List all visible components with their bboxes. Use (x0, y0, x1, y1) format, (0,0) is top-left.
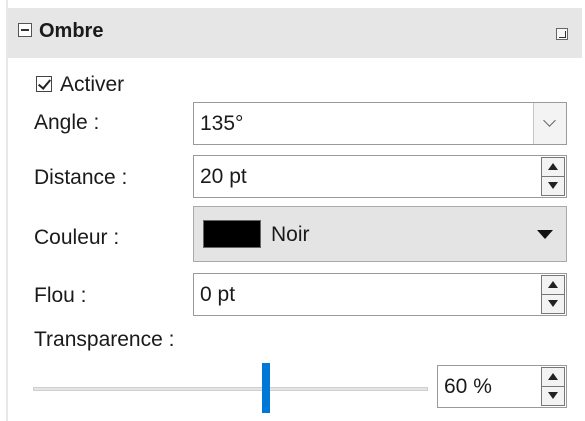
collapse-icon[interactable] (18, 23, 32, 37)
transparency-spinfield[interactable]: 60 % (437, 365, 567, 408)
enable-label[interactable]: Activer (60, 73, 124, 97)
caret-up-icon[interactable] (542, 158, 564, 177)
caret-down-icon[interactable] (542, 295, 564, 314)
color-value: Noir (271, 223, 310, 246)
angle-value: 135° (200, 112, 244, 135)
panel-left-border (6, 0, 8, 421)
transparency-slider-thumb[interactable] (262, 363, 270, 413)
caret-up-icon[interactable] (542, 276, 564, 295)
transparency-value: 60 % (444, 375, 492, 398)
blur-spinfield[interactable]: 0 pt (193, 273, 567, 316)
enable-checkbox[interactable] (36, 76, 52, 92)
color-swatch (203, 220, 261, 248)
more-options-icon[interactable] (556, 28, 568, 40)
dropdown-arrow-icon (537, 230, 553, 239)
transparency-stepper[interactable] (541, 367, 565, 406)
distance-label: Distance : (34, 166, 128, 189)
distance-stepper[interactable] (541, 157, 565, 196)
blur-value: 0 pt (200, 283, 236, 306)
transparency-label: Transparence : (34, 328, 175, 351)
blur-label: Flou : (34, 284, 87, 307)
angle-combobox[interactable]: 135° (193, 102, 567, 145)
section-title: Ombre (39, 20, 104, 42)
distance-spinfield[interactable]: 20 pt (193, 155, 567, 198)
distance-value: 20 pt (200, 165, 247, 188)
caret-down-icon[interactable] (542, 387, 564, 406)
color-dropdown[interactable]: Noir (193, 206, 567, 262)
color-label: Couleur : (34, 226, 120, 249)
blur-stepper[interactable] (541, 275, 565, 314)
chevron-down-icon[interactable] (533, 103, 566, 144)
angle-label: Angle : (34, 111, 100, 134)
caret-up-icon[interactable] (542, 368, 564, 387)
caret-down-icon[interactable] (542, 177, 564, 196)
transparency-slider-track[interactable] (33, 387, 428, 391)
